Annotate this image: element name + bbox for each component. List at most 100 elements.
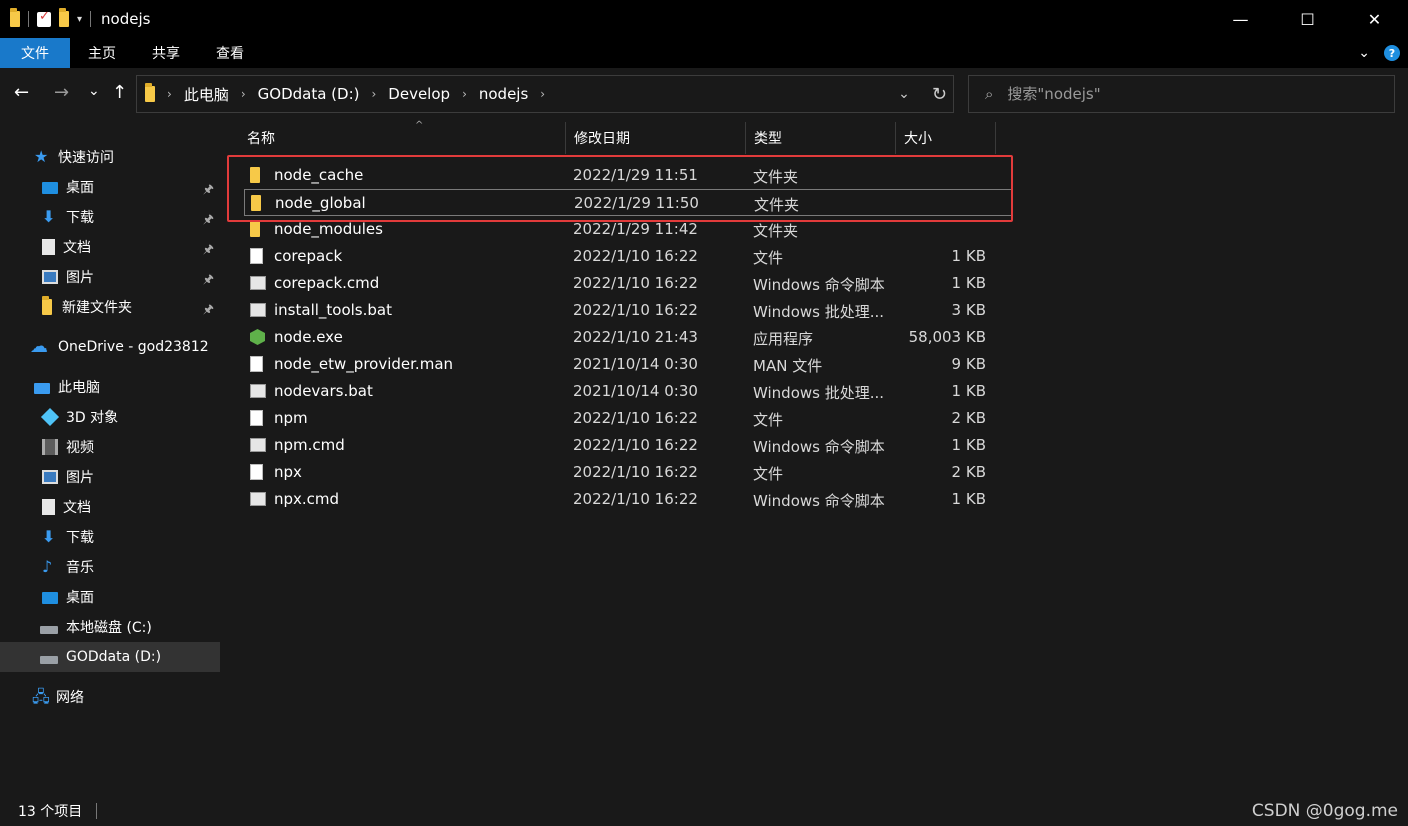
sidebar-item-onedrive[interactable]: ☁ OneDrive - god23812: [0, 332, 220, 362]
file-row[interactable]: corepack 2022/1/10 16:22 文件 1 KB: [244, 243, 1012, 270]
sidebar-item-videos[interactable]: 视频: [0, 432, 220, 462]
back-button[interactable]: ←: [14, 84, 29, 102]
breadcrumb-nodejs[interactable]: nodejs: [479, 85, 528, 103]
file-row[interactable]: npx 2022/1/10 16:22 文件 2 KB: [244, 459, 1012, 486]
address-bar[interactable]: › 此电脑 › GODdata (D:) › Develop › nodejs …: [136, 75, 954, 113]
column-header-size[interactable]: 大小: [896, 122, 996, 154]
column-header-date[interactable]: 修改日期: [566, 122, 746, 154]
breadcrumb-goddata[interactable]: GODdata (D:): [258, 85, 360, 103]
file-size: 1 KB: [951, 247, 986, 265]
tab-view[interactable]: 查看: [198, 38, 262, 68]
chevron-right-icon[interactable]: ›: [540, 87, 545, 101]
quick-access-toolbar: ▾: [0, 8, 92, 27]
status-divider: [96, 803, 98, 819]
maximize-button[interactable]: ☐: [1274, 0, 1341, 38]
file-name: install_tools.bat: [274, 301, 392, 319]
download-icon: ⬇: [42, 207, 56, 226]
3d-objects-icon: [40, 407, 60, 427]
sidebar-item-pc-desktop[interactable]: 桌面: [0, 582, 220, 612]
recent-locations-button[interactable]: ⌄: [88, 82, 100, 100]
sidebar-item-pc-documents[interactable]: 文档: [0, 492, 220, 522]
script-file-icon: [250, 438, 266, 452]
sidebar-item-new-folder[interactable]: 新建文件夹 🖈: [0, 292, 220, 322]
file-name: node_modules: [274, 220, 383, 238]
forward-button[interactable]: →: [54, 84, 69, 102]
sidebar-item-music[interactable]: ♪ 音乐: [0, 552, 220, 582]
pin-icon[interactable]: 🖈: [203, 240, 214, 261]
sidebar-item-drive-d[interactable]: GODdata (D:): [0, 642, 220, 672]
sidebar-item-pc-pictures[interactable]: 图片: [0, 462, 220, 492]
file-row[interactable]: corepack.cmd 2022/1/10 16:22 Windows 命令脚本 1…: [244, 270, 1012, 297]
tab-file[interactable]: 文件: [0, 38, 70, 68]
refresh-icon[interactable]: ↻: [932, 84, 947, 105]
file-name: npm.cmd: [274, 436, 345, 454]
file-row[interactable]: node_etw_provider.man 2021/10/14 0:30 MAN …: [244, 351, 1012, 378]
file-type: Windows 命令脚本: [753, 492, 885, 510]
script-file-icon: [250, 276, 266, 290]
sidebar-item-label: 本地磁盘 (C:): [66, 620, 152, 636]
column-header-name[interactable]: 名称 ^: [239, 120, 566, 154]
column-header-type[interactable]: 类型: [746, 122, 896, 154]
minimize-button[interactable]: —: [1207, 0, 1274, 38]
file-row[interactable]: nodevars.bat 2021/10/14 0:30 Windows 批处理..…: [244, 378, 1012, 405]
pin-icon[interactable]: 🖈: [203, 300, 214, 321]
sidebar-item-pc-downloads[interactable]: ⬇ 下载: [0, 522, 220, 552]
file-row[interactable]: install_tools.bat 2022/1/10 16:22 Windows …: [244, 297, 1012, 324]
close-button[interactable]: ✕: [1341, 0, 1408, 38]
file-size: 2 KB: [951, 463, 986, 481]
address-dropdown-icon[interactable]: ⌄: [898, 86, 910, 102]
expand-ribbon-icon[interactable]: ⌄: [1358, 45, 1370, 61]
chevron-right-icon[interactable]: ›: [241, 87, 246, 101]
column-header-label: 大小: [904, 131, 932, 147]
new-folder-icon[interactable]: [59, 8, 69, 27]
chevron-right-icon[interactable]: ›: [462, 87, 467, 101]
tab-home[interactable]: 主页: [70, 38, 134, 68]
sidebar-item-desktop[interactable]: 桌面 🖈: [0, 172, 220, 202]
file-modified-date: 2021/10/14 0:30: [573, 355, 698, 373]
file-size: 1 KB: [951, 436, 986, 454]
file-name: corepack: [274, 247, 343, 265]
video-icon: [42, 439, 58, 455]
sidebar-item-downloads[interactable]: ⬇ 下载 🖈: [0, 202, 220, 232]
chevron-right-icon[interactable]: ›: [167, 87, 172, 101]
up-button[interactable]: ↑: [112, 84, 127, 102]
file-explorer-window: ▾ nodejs — ☐ ✕ 文件 主页 共享 查看 ⌄ ? ← → ⌄ ↑ ›…: [0, 0, 1408, 826]
file-row[interactable]: npm 2022/1/10 16:22 文件 2 KB: [244, 405, 1012, 432]
file-modified-date: 2022/1/29 11:42: [573, 220, 698, 238]
sidebar-item-documents[interactable]: 文档 🖈: [0, 232, 220, 262]
sidebar-item-label: 文档: [63, 500, 91, 516]
sidebar-item-quick-access[interactable]: ★ 快速访问: [0, 142, 220, 172]
ribbon-tabs: 文件 主页 共享 查看 ⌄ ?: [0, 38, 1408, 68]
sidebar-item-3d-objects[interactable]: 3D 对象: [0, 402, 220, 432]
file-row[interactable]: node.exe 2022/1/10 21:43 应用程序 58,003 KB: [244, 324, 1012, 351]
sidebar-item-pictures[interactable]: 图片 🖈: [0, 262, 220, 292]
column-header-label: 修改日期: [574, 131, 630, 147]
pin-icon[interactable]: 🖈: [203, 180, 214, 201]
download-icon: ⬇: [42, 527, 56, 546]
chevron-right-icon[interactable]: ›: [371, 87, 376, 101]
file-type: Windows 命令脚本: [753, 276, 885, 294]
ribbon-right-controls: ⌄ ?: [1358, 38, 1400, 68]
sidebar-item-drive-c[interactable]: 本地磁盘 (C:): [0, 612, 220, 642]
pin-icon[interactable]: 🖈: [203, 210, 214, 231]
sidebar-item-network[interactable]: 🖧 网络: [0, 682, 220, 712]
toolbar-divider: [90, 11, 92, 27]
sidebar-item-label: 下载: [66, 530, 94, 546]
file-row[interactable]: npm.cmd 2022/1/10 16:22 Windows 命令脚本 1 KB: [244, 432, 1012, 459]
file-modified-date: 2022/1/10 16:22: [573, 409, 698, 427]
cloud-icon: ☁: [30, 336, 48, 357]
search-box[interactable]: ⌕: [968, 75, 1395, 113]
customize-toolbar-icon[interactable]: ▾: [77, 14, 82, 25]
breadcrumb-develop[interactable]: Develop: [388, 85, 450, 103]
help-icon[interactable]: ?: [1384, 45, 1400, 61]
search-input[interactable]: [1007, 85, 1368, 103]
file-type: 文件: [753, 249, 784, 267]
file-row[interactable]: npx.cmd 2022/1/10 16:22 Windows 命令脚本 1 KB: [244, 486, 1012, 513]
search-icon: ⌕: [985, 85, 994, 103]
breadcrumb-this-pc[interactable]: 此电脑: [184, 84, 229, 105]
pin-icon[interactable]: 🖈: [203, 270, 214, 291]
file-type: 文件夹: [753, 222, 799, 240]
properties-icon[interactable]: [37, 9, 51, 27]
tab-share[interactable]: 共享: [134, 38, 198, 68]
sidebar-item-this-pc[interactable]: 此电脑: [0, 372, 220, 402]
